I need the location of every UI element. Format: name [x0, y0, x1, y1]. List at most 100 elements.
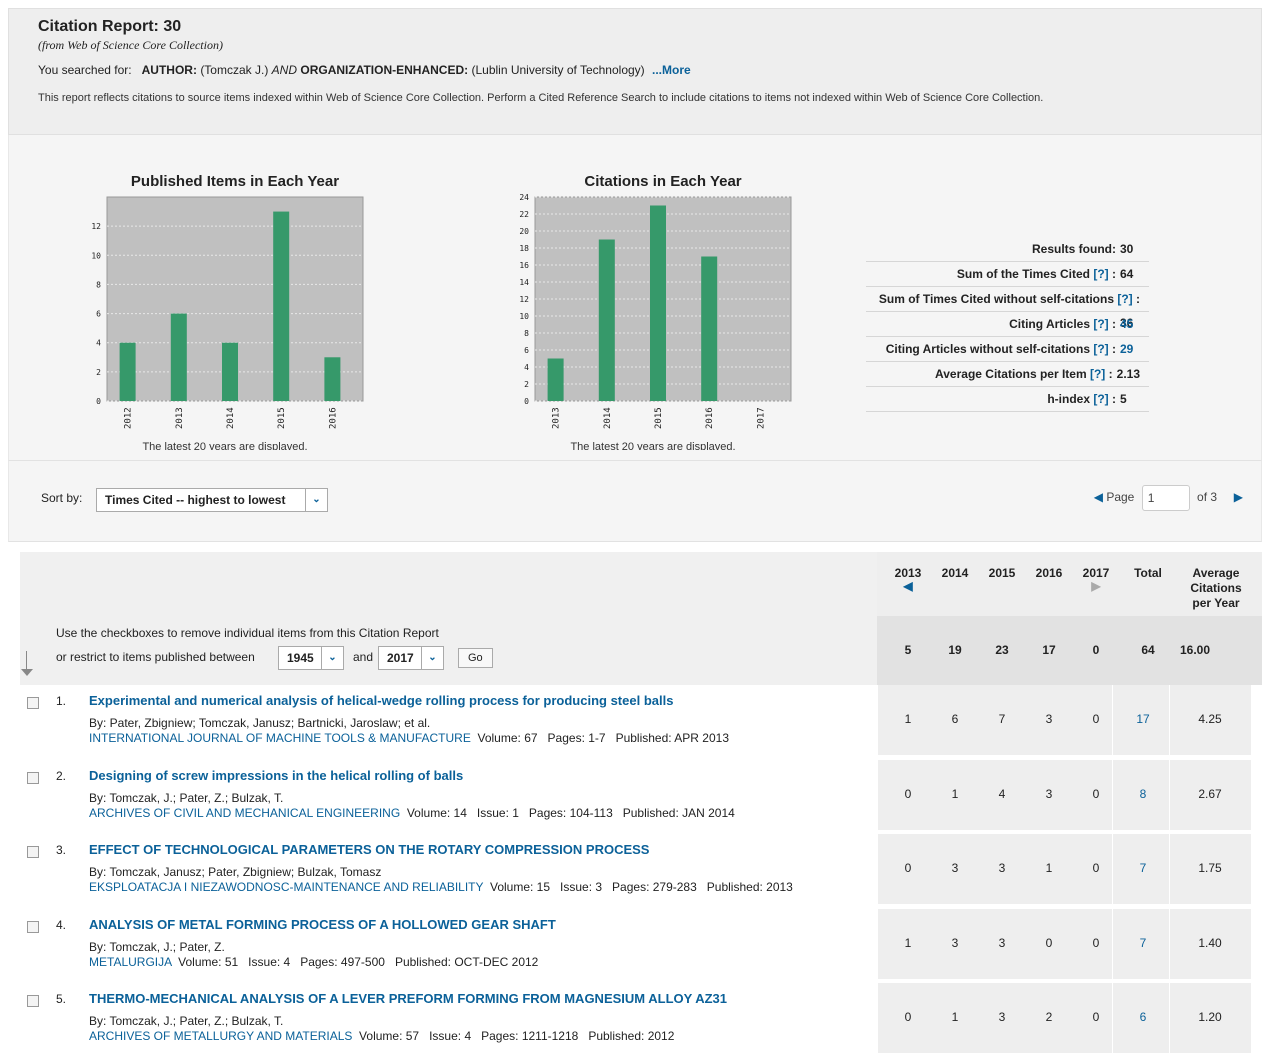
- y-tick-label: 6: [96, 310, 101, 319]
- go-button[interactable]: Go: [458, 648, 493, 668]
- help-link[interactable]: [?]: [1090, 317, 1108, 331]
- year-citation-count: 3: [998, 935, 1006, 950]
- prev-years-icon[interactable]: ◀: [888, 580, 928, 592]
- journal-link[interactable]: METALURGIJA: [89, 955, 171, 969]
- row-checkbox[interactable]: [27, 846, 39, 858]
- next-years-icon[interactable]: ▶: [1076, 580, 1116, 592]
- year-citation-count: 3: [951, 861, 959, 875]
- total-pages: 3: [1210, 490, 1218, 505]
- chevron-down-icon[interactable]: ⌄: [321, 647, 343, 669]
- chevron-down-icon[interactable]: ⌄: [421, 647, 443, 669]
- more-link[interactable]: ...More: [652, 63, 691, 77]
- total-citations-link[interactable]: 17: [1123, 712, 1163, 726]
- journal-link[interactable]: ARCHIVES OF CIVIL AND MECHANICAL ENGINEE…: [89, 806, 400, 820]
- row-checkbox[interactable]: [27, 920, 39, 933]
- report-header: Citation Report: 30 (from Web of Science…: [8, 8, 1262, 135]
- year-citation-count: 3: [998, 861, 1006, 875]
- y-tick-label: 4: [524, 363, 529, 372]
- journal-link[interactable]: EKSPLOATACJA I NIEZAWODNOSC-MAINTENANCE …: [89, 880, 483, 894]
- row-checkbox[interactable]: [27, 697, 39, 709]
- article-authors: By: Pater, Zbigniew; Tomczak, Janusz; Ba…: [89, 716, 431, 730]
- chart-title: Published Items in Each Year: [131, 173, 339, 190]
- journal-link[interactable]: ARCHIVES OF METALLURGY AND MATERIALS: [89, 1029, 352, 1043]
- column-total: 0: [1092, 643, 1100, 657]
- stat-label: Citing Articles: [1009, 317, 1090, 331]
- stat-colon: :: [1108, 392, 1116, 406]
- row-checkbox[interactable]: [27, 771, 39, 784]
- row-details: 2. Designing of screw impressions in the …: [20, 760, 877, 832]
- avg-column-header: Average Citations per Year: [1176, 566, 1256, 611]
- total-citations-link[interactable]: 6: [1123, 1010, 1163, 1024]
- stat-colon: :: [1108, 317, 1116, 331]
- bar: [119, 342, 136, 401]
- stat-colon: :: [1108, 267, 1116, 281]
- article-authors: By: Tomczak, J.; Pater, Z.: [89, 939, 225, 954]
- search-query: You searched for: AUTHOR: (Tomczak J.) A…: [38, 63, 1232, 77]
- x-tick-label: 2013: [552, 407, 562, 429]
- publication-details: Volume: 15 Issue: 3 Pages: 279-283 Publi…: [483, 880, 793, 894]
- prev-page-icon[interactable]: ◀: [1094, 490, 1103, 504]
- y-tick-label: 6: [524, 346, 529, 355]
- column-divider: [1112, 759, 1113, 830]
- x-tick-label: 2013: [175, 407, 185, 429]
- help-link[interactable]: [?]: [1090, 267, 1108, 281]
- article-title-link[interactable]: Designing of screw impressions in the he…: [89, 768, 463, 783]
- citation-report: Citation Report: 30 (from Web of Science…: [8, 8, 1262, 542]
- column-divider: [1169, 983, 1170, 1053]
- column-divider: [1112, 983, 1113, 1053]
- instructions-text: Use the checkboxes to remove individual …: [56, 626, 439, 640]
- article-title-link[interactable]: ANALYSIS OF METAL FORMING PROCESS OF A H…: [89, 917, 556, 932]
- total-column-header: Total: [1134, 566, 1162, 580]
- chevron-down-icon[interactable]: ⌄: [305, 489, 327, 511]
- stat-value[interactable]: 45: [1120, 312, 1140, 336]
- searched-prefix: You searched for:: [38, 63, 132, 77]
- average-citations: 1.20: [1198, 1010, 1222, 1024]
- year-citation-count: 3: [1045, 786, 1053, 801]
- row-citation-counts: 1 3 3 0 0 7 1.40: [878, 908, 1251, 979]
- journal-link[interactable]: INTERNATIONAL JOURNAL OF MACHINE TOOLS &…: [89, 731, 471, 745]
- row-citation-counts: 1 6 7 3 0 17 4.25: [878, 685, 1251, 755]
- article-title-link[interactable]: EFFECT OF TECHNOLOGICAL PARAMETERS ON TH…: [89, 842, 649, 857]
- to-year-select[interactable]: 2017 ⌄: [378, 646, 444, 670]
- total-citations-link[interactable]: 7: [1123, 936, 1163, 950]
- next-page-icon[interactable]: ▶: [1234, 490, 1243, 504]
- column-total: 16.00: [1180, 643, 1211, 657]
- help-link[interactable]: [?]: [1090, 392, 1108, 406]
- down-arrow-icon: [21, 651, 40, 676]
- article-title-link[interactable]: Experimental and numerical analysis of h…: [89, 693, 673, 708]
- year-label: 2013: [894, 566, 922, 580]
- total-citations-link[interactable]: 7: [1123, 861, 1163, 875]
- publication-details: Volume: 51 Issue: 4 Pages: 497-500 Publi…: [171, 954, 539, 969]
- stat-value[interactable]: 29: [1120, 337, 1140, 361]
- page-label: Page: [1106, 490, 1135, 505]
- sort-select[interactable]: Times Cited -- highest to lowest ⌄: [96, 488, 328, 512]
- chart-title: Citations in Each Year: [584, 173, 741, 190]
- y-tick-label: 8: [96, 280, 101, 289]
- y-tick-label: 0: [96, 397, 101, 406]
- year-citation-count: 0: [1092, 786, 1100, 801]
- row-number: 3.: [56, 843, 67, 857]
- results-table: Use the checkboxes to remove individual …: [20, 552, 1262, 1053]
- bar: [598, 239, 615, 401]
- page-input[interactable]: 1: [1141, 485, 1190, 511]
- year-citation-count: 3: [951, 935, 959, 950]
- row-details: 4. ANALYSIS OF METAL FORMING PROCESS OF A…: [20, 909, 877, 981]
- help-link[interactable]: [?]: [1090, 342, 1108, 356]
- help-link[interactable]: [?]: [1087, 367, 1105, 381]
- column-divider: [1112, 834, 1113, 904]
- table-row: 3. EFFECT OF TECHNOLOGICAL PARAMETERS ON …: [20, 834, 1262, 906]
- year-citation-count: 3: [998, 1010, 1006, 1024]
- from-year-select[interactable]: 1945 ⌄: [278, 646, 344, 670]
- y-tick-label: 2: [524, 380, 529, 389]
- article-title-link[interactable]: THERMO-MECHANICAL ANALYSIS OF A LEVER PR…: [89, 991, 727, 1006]
- bar: [273, 211, 290, 401]
- total-citations-link[interactable]: 8: [1123, 787, 1163, 801]
- x-tick-label: 2014: [603, 407, 613, 429]
- x-tick-label: 2016: [705, 407, 715, 429]
- row-checkbox[interactable]: [27, 995, 39, 1007]
- help-link[interactable]: [?]: [1114, 292, 1132, 306]
- stat-value: 64: [1120, 267, 1134, 281]
- year-citation-count: 1: [904, 935, 912, 950]
- stat-row: h-index [?] :5: [866, 387, 1149, 412]
- stat-value: 5: [1120, 392, 1127, 406]
